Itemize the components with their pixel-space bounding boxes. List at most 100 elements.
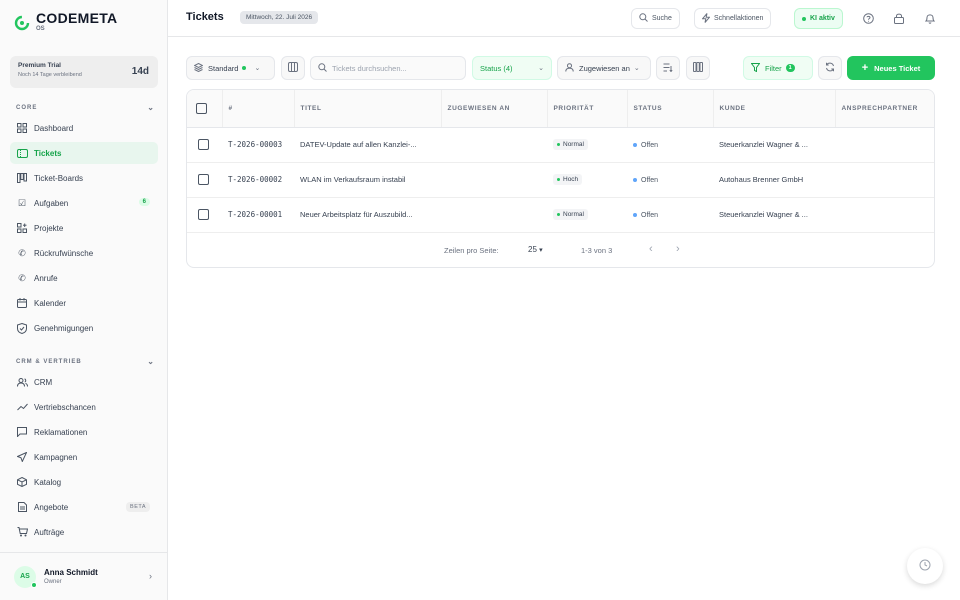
sidebar-item-label: CRM bbox=[34, 377, 53, 387]
refresh-button[interactable] bbox=[818, 56, 842, 80]
sidebar-item-label: Angebote bbox=[34, 502, 69, 512]
page-size-value: 25 bbox=[528, 245, 537, 254]
column-header-priority[interactable]: PRIORITÄT bbox=[547, 90, 628, 128]
message-icon bbox=[16, 426, 28, 438]
status-label: Offen bbox=[641, 211, 658, 219]
table-row[interactable]: T-2026-00002 WLAN im Verkaufsraum instab… bbox=[187, 162, 934, 198]
ticket-contact bbox=[835, 162, 934, 198]
section-core[interactable]: CORE ⌄ bbox=[16, 103, 154, 112]
sidebar-item-katalog[interactable]: Katalog bbox=[10, 471, 158, 493]
sidebar-item-ticket-boards[interactable]: Ticket-Boards bbox=[10, 167, 158, 189]
page-title: Tickets bbox=[186, 11, 224, 23]
ai-status-button[interactable]: KI aktiv bbox=[794, 8, 843, 29]
ticket-title[interactable]: DATEV-Update auf allen Kanzlei-... bbox=[294, 127, 441, 163]
assigned-filter[interactable]: Zugewiesen an ⌄ bbox=[557, 56, 651, 80]
row-checkbox-cell[interactable] bbox=[187, 162, 222, 198]
ticket-customer[interactable]: Steuerkanzlei Wagner & ... bbox=[713, 197, 835, 233]
ticket-title[interactable]: Neuer Arbeitsplatz für Auszubild... bbox=[294, 197, 441, 233]
clock-icon bbox=[919, 559, 931, 574]
sidebar-item-angebote[interactable]: Angebote BETA bbox=[10, 496, 158, 518]
status-badge: Offen bbox=[633, 142, 658, 149]
user-profile[interactable]: AS Anna Schmidt Owner › bbox=[0, 552, 168, 600]
ticket-id[interactable]: T-2026-00003 bbox=[222, 127, 294, 163]
new-ticket-button[interactable]: + Neues Ticket bbox=[847, 56, 935, 80]
ticket-icon bbox=[16, 147, 28, 159]
ai-active-dot bbox=[802, 16, 806, 21]
row-checkbox-cell[interactable] bbox=[187, 197, 222, 233]
section-core-label: CORE bbox=[16, 104, 38, 111]
help-icon[interactable] bbox=[861, 11, 875, 25]
row-checkbox[interactable] bbox=[198, 139, 209, 150]
select-all-checkbox-cell[interactable] bbox=[187, 90, 223, 128]
column-header-title[interactable]: TITEL bbox=[294, 90, 442, 128]
quick-actions-button[interactable]: Schnellaktionen bbox=[694, 8, 772, 29]
view-selector[interactable]: Standard ⌄ bbox=[186, 56, 275, 80]
sidebar-item-vertriebschancen[interactable]: Vertriebschancen bbox=[10, 396, 158, 418]
priority-badge: Normal bbox=[553, 139, 588, 150]
chevron-right-icon[interactable]: › bbox=[676, 243, 680, 255]
column-header-contact[interactable]: ANSPRECHPARTNER bbox=[835, 90, 934, 128]
layers-icon bbox=[193, 62, 204, 74]
ticket-status-cell: Offen bbox=[627, 197, 713, 233]
board-view-button[interactable] bbox=[686, 56, 710, 80]
sidebar-item-dashboard[interactable]: Dashboard bbox=[10, 117, 158, 139]
plus-icon: + bbox=[861, 62, 869, 74]
sidebar-item-genehmigungen[interactable]: Genehmigungen bbox=[10, 317, 158, 339]
logo-icon bbox=[14, 15, 30, 31]
sidebar-item-reklamationen[interactable]: Reklamationen bbox=[10, 421, 158, 443]
row-checkbox-cell[interactable] bbox=[187, 127, 222, 163]
columns-toggle-button[interactable] bbox=[281, 56, 305, 80]
table-row[interactable]: T-2026-00001 Neuer Arbeitsplatz für Ausz… bbox=[187, 197, 934, 233]
pagination: Zeilen pro Seite: 25 ▾ 1-3 von 3 ‹ › bbox=[187, 232, 934, 267]
ticket-customer[interactable]: Steuerkanzlei Wagner & ... bbox=[713, 127, 835, 163]
board-icon bbox=[16, 172, 28, 184]
status-filter[interactable]: Status (4) ⌄ bbox=[472, 56, 552, 80]
trial-banner[interactable]: Premium Trial Noch 14 Tage verbleibend 1… bbox=[10, 56, 158, 88]
row-checkbox[interactable] bbox=[198, 209, 209, 220]
sidebar-item-label: Kalender bbox=[34, 298, 67, 308]
page-size-select[interactable]: 25 ▾ bbox=[528, 245, 543, 254]
sidebar-item-kampagnen[interactable]: Kampagnen bbox=[10, 446, 158, 468]
bell-icon[interactable] bbox=[923, 11, 937, 25]
status-filter-label: Status (4) bbox=[480, 63, 513, 73]
section-crm[interactable]: CRM & VERTRIEB ⌄ bbox=[16, 357, 154, 366]
brand-logo[interactable]: CODEMETA OS bbox=[14, 10, 117, 33]
cart-icon bbox=[16, 526, 28, 538]
column-header-id[interactable]: # bbox=[222, 90, 295, 128]
select-all-checkbox[interactable] bbox=[196, 102, 207, 114]
ticket-title[interactable]: WLAN im Verkaufsraum instabil bbox=[294, 162, 441, 198]
sidebar-item-kalender[interactable]: Kalender bbox=[10, 292, 158, 314]
sidebar-item-auftraege[interactable]: Aufträge bbox=[10, 521, 158, 543]
chevron-left-icon[interactable]: ‹ bbox=[649, 243, 653, 255]
table-header-row: # TITEL ZUGEWIESEN AN PRIORITÄT STATUS K… bbox=[187, 90, 934, 128]
sidebar-item-aufgaben[interactable]: ☑ Aufgaben 6 bbox=[10, 192, 158, 214]
caret-down-icon: ▾ bbox=[539, 247, 543, 254]
sidebar-item-rueckrufwuensche[interactable]: ✆ Rückrufwünsche bbox=[10, 242, 158, 264]
lock-icon[interactable] bbox=[892, 11, 906, 25]
history-button[interactable] bbox=[907, 548, 943, 584]
sort-button[interactable] bbox=[656, 56, 680, 80]
column-header-status[interactable]: STATUS bbox=[627, 90, 714, 128]
filter-button[interactable]: Filter 1 bbox=[743, 56, 813, 80]
sidebar-item-tickets[interactable]: Tickets bbox=[10, 142, 158, 164]
sidebar-item-crm[interactable]: CRM bbox=[10, 371, 158, 393]
table-row[interactable]: T-2026-00003 DATEV-Update auf allen Kanz… bbox=[187, 127, 934, 163]
priority-label: Normal bbox=[563, 141, 584, 148]
column-header-assigned[interactable]: ZUGEWIESEN AN bbox=[441, 90, 548, 128]
rows-per-page-label: Zeilen pro Seite: bbox=[444, 246, 499, 255]
send-icon bbox=[16, 451, 28, 463]
ticket-id[interactable]: T-2026-00001 bbox=[222, 197, 294, 233]
ticket-customer[interactable]: Autohaus Brenner GmbH bbox=[713, 162, 835, 198]
status-dot bbox=[633, 213, 637, 217]
row-checkbox[interactable] bbox=[198, 174, 209, 185]
search-button[interactable]: Suche bbox=[631, 8, 680, 29]
sidebar-item-anrufe[interactable]: ✆ Anrufe bbox=[10, 267, 158, 289]
aufgaben-count-badge: 6 bbox=[138, 198, 150, 206]
ticket-id[interactable]: T-2026-00002 bbox=[222, 162, 294, 198]
column-header-customer[interactable]: KUNDE bbox=[713, 90, 836, 128]
tickets-table: # TITEL ZUGEWIESEN AN PRIORITÄT STATUS K… bbox=[186, 89, 935, 268]
search-input[interactable]: Tickets durchsuchen... bbox=[310, 56, 466, 80]
ticket-priority-cell: Hoch bbox=[547, 162, 627, 198]
sidebar-item-label: Dashboard bbox=[34, 123, 74, 133]
sidebar-item-projekte[interactable]: Projekte bbox=[10, 217, 158, 239]
